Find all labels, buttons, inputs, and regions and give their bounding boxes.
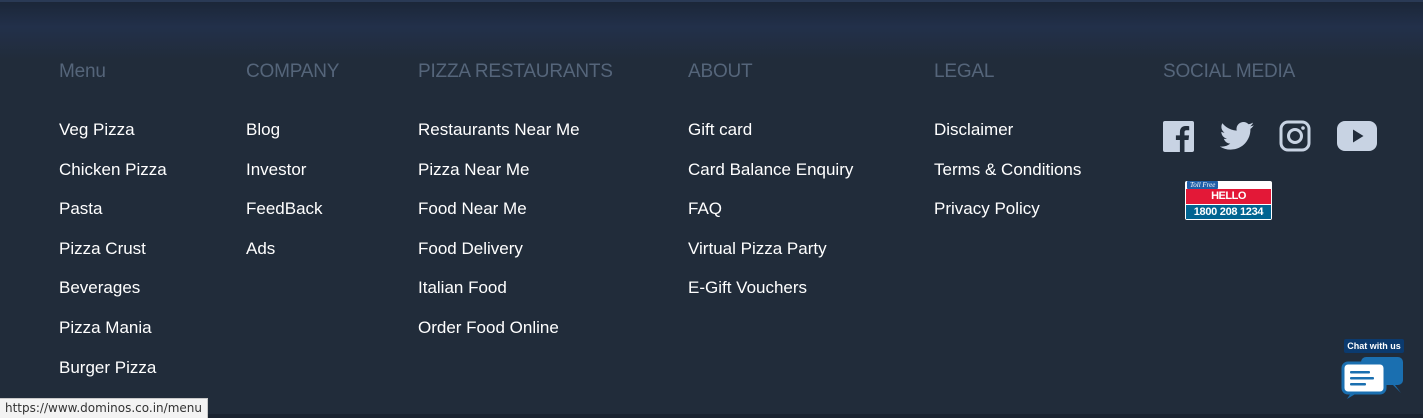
list-item: Veg Pizza [59,120,167,160]
toll-free-label: Toll Free [1187,181,1219,189]
chat-label: Chat with us [1344,339,1404,353]
list-item: Beverages [59,278,167,318]
footer-column-company: COMPANY Blog Investor FeedBack Ads [246,60,339,278]
hello-dominos-badge[interactable]: Toll Free HELLO DOMINO'S 1800 208 1234 [1185,181,1272,220]
footer-link-pizza-mania[interactable]: Pizza Mania [59,318,152,337]
social-icons-row [1163,120,1377,152]
hello-dominos-phone: 1800 208 1234 [1186,205,1271,219]
footer-link-veg-pizza[interactable]: Veg Pizza [59,120,135,139]
list-item: Pizza Crust [59,239,167,279]
footer-link-feedback[interactable]: FeedBack [246,199,323,218]
footer-link-gift-card[interactable]: Gift card [688,120,752,139]
footer-link-disclaimer[interactable]: Disclaimer [934,120,1013,139]
list-item: Food Delivery [418,239,613,279]
footer-column-about: ABOUT Gift card Card Balance Enquiry FAQ… [688,60,853,318]
youtube-icon[interactable] [1337,121,1377,151]
list-item: Pizza Near Me [418,160,613,200]
list-item: Investor [246,160,339,200]
footer-link-food-delivery[interactable]: Food Delivery [418,239,523,258]
footer-link-beverages[interactable]: Beverages [59,278,140,297]
column-heading: ABOUT [688,61,753,82]
footer-link-card-balance-enquiry[interactable]: Card Balance Enquiry [688,160,853,179]
twitter-icon[interactable] [1219,122,1254,150]
list-item: Pizza Mania [59,318,167,358]
footer-link-pizza-near-me[interactable]: Pizza Near Me [418,160,529,179]
footer-link-ads[interactable]: Ads [246,239,275,258]
link-list: Gift card Card Balance Enquiry FAQ Virtu… [688,120,853,318]
link-list: Disclaimer Terms & Conditions Privacy Po… [934,120,1081,239]
browser-status-url: https://www.dominos.co.in/menu [0,398,208,418]
column-heading: SOCIAL MEDIA [1163,61,1296,82]
footer-column-menu: Menu Veg Pizza Chicken Pizza Pasta Pizza… [59,60,167,397]
link-list: Blog Investor FeedBack Ads [246,120,339,278]
footer-link-e-gift-vouchers[interactable]: E-Gift Vouchers [688,278,807,297]
footer-top-border [0,0,1423,2]
list-item: Disclaimer [934,120,1081,160]
list-item: Virtual Pizza Party [688,239,853,279]
list-item: Order Food Online [418,318,613,358]
column-heading: LEGAL [934,61,995,82]
list-item: Card Balance Enquiry [688,160,853,200]
column-heading: PIZZA RESTAURANTS [418,61,613,82]
footer-link-virtual-pizza-party[interactable]: Virtual Pizza Party [688,239,827,258]
footer-link-italian-food[interactable]: Italian Food [418,278,507,297]
column-heading: COMPANY [246,61,340,82]
list-item: Gift card [688,120,853,160]
list-item: Terms & Conditions [934,160,1081,200]
footer-link-pasta[interactable]: Pasta [59,199,102,218]
footer-column-pizza-restaurants: PIZZA RESTAURANTS Restaurants Near Me Pi… [418,60,613,358]
list-item: Ads [246,239,339,279]
link-list: Restaurants Near Me Pizza Near Me Food N… [418,120,613,358]
footer-link-investor[interactable]: Investor [246,160,306,179]
footer-link-blog[interactable]: Blog [246,120,280,139]
list-item: FAQ [688,199,853,239]
footer-link-terms-conditions[interactable]: Terms & Conditions [934,160,1081,179]
column-heading: Menu [59,61,106,82]
footer-link-order-food-online[interactable]: Order Food Online [418,318,559,337]
list-item: Restaurants Near Me [418,120,613,160]
footer-column-legal: LEGAL Disclaimer Terms & Conditions Priv… [934,60,1081,239]
list-item: Blog [246,120,339,160]
list-item: Food Near Me [418,199,613,239]
facebook-icon[interactable] [1163,120,1194,152]
hello-dominos-title: HELLO DOMINO'S [1186,189,1271,217]
footer-top-gradient [0,0,1423,60]
list-item: Privacy Policy [934,199,1081,239]
instagram-icon[interactable] [1279,120,1311,152]
footer-link-restaurants-near-me[interactable]: Restaurants Near Me [418,120,580,139]
footer-link-faq[interactable]: FAQ [688,199,722,218]
list-item: Chicken Pizza [59,160,167,200]
footer-link-pizza-crust[interactable]: Pizza Crust [59,239,146,258]
footer-bottom-border [0,414,1423,418]
list-item: Burger Pizza [59,358,167,398]
footer-link-chicken-pizza[interactable]: Chicken Pizza [59,160,167,179]
footer-link-privacy-policy[interactable]: Privacy Policy [934,199,1040,218]
footer-link-food-near-me[interactable]: Food Near Me [418,199,527,218]
list-item: E-Gift Vouchers [688,278,853,318]
chat-widget-button[interactable]: Chat with us [1341,339,1407,399]
link-list: Veg Pizza Chicken Pizza Pasta Pizza Crus… [59,120,167,397]
list-item: Pasta [59,199,167,239]
list-item: Italian Food [418,278,613,318]
footer-column-social-media: SOCIAL MEDIA [1163,60,1295,84]
list-item: FeedBack [246,199,339,239]
chat-bubble-icon [1341,355,1407,404]
footer-link-burger-pizza[interactable]: Burger Pizza [59,358,156,377]
